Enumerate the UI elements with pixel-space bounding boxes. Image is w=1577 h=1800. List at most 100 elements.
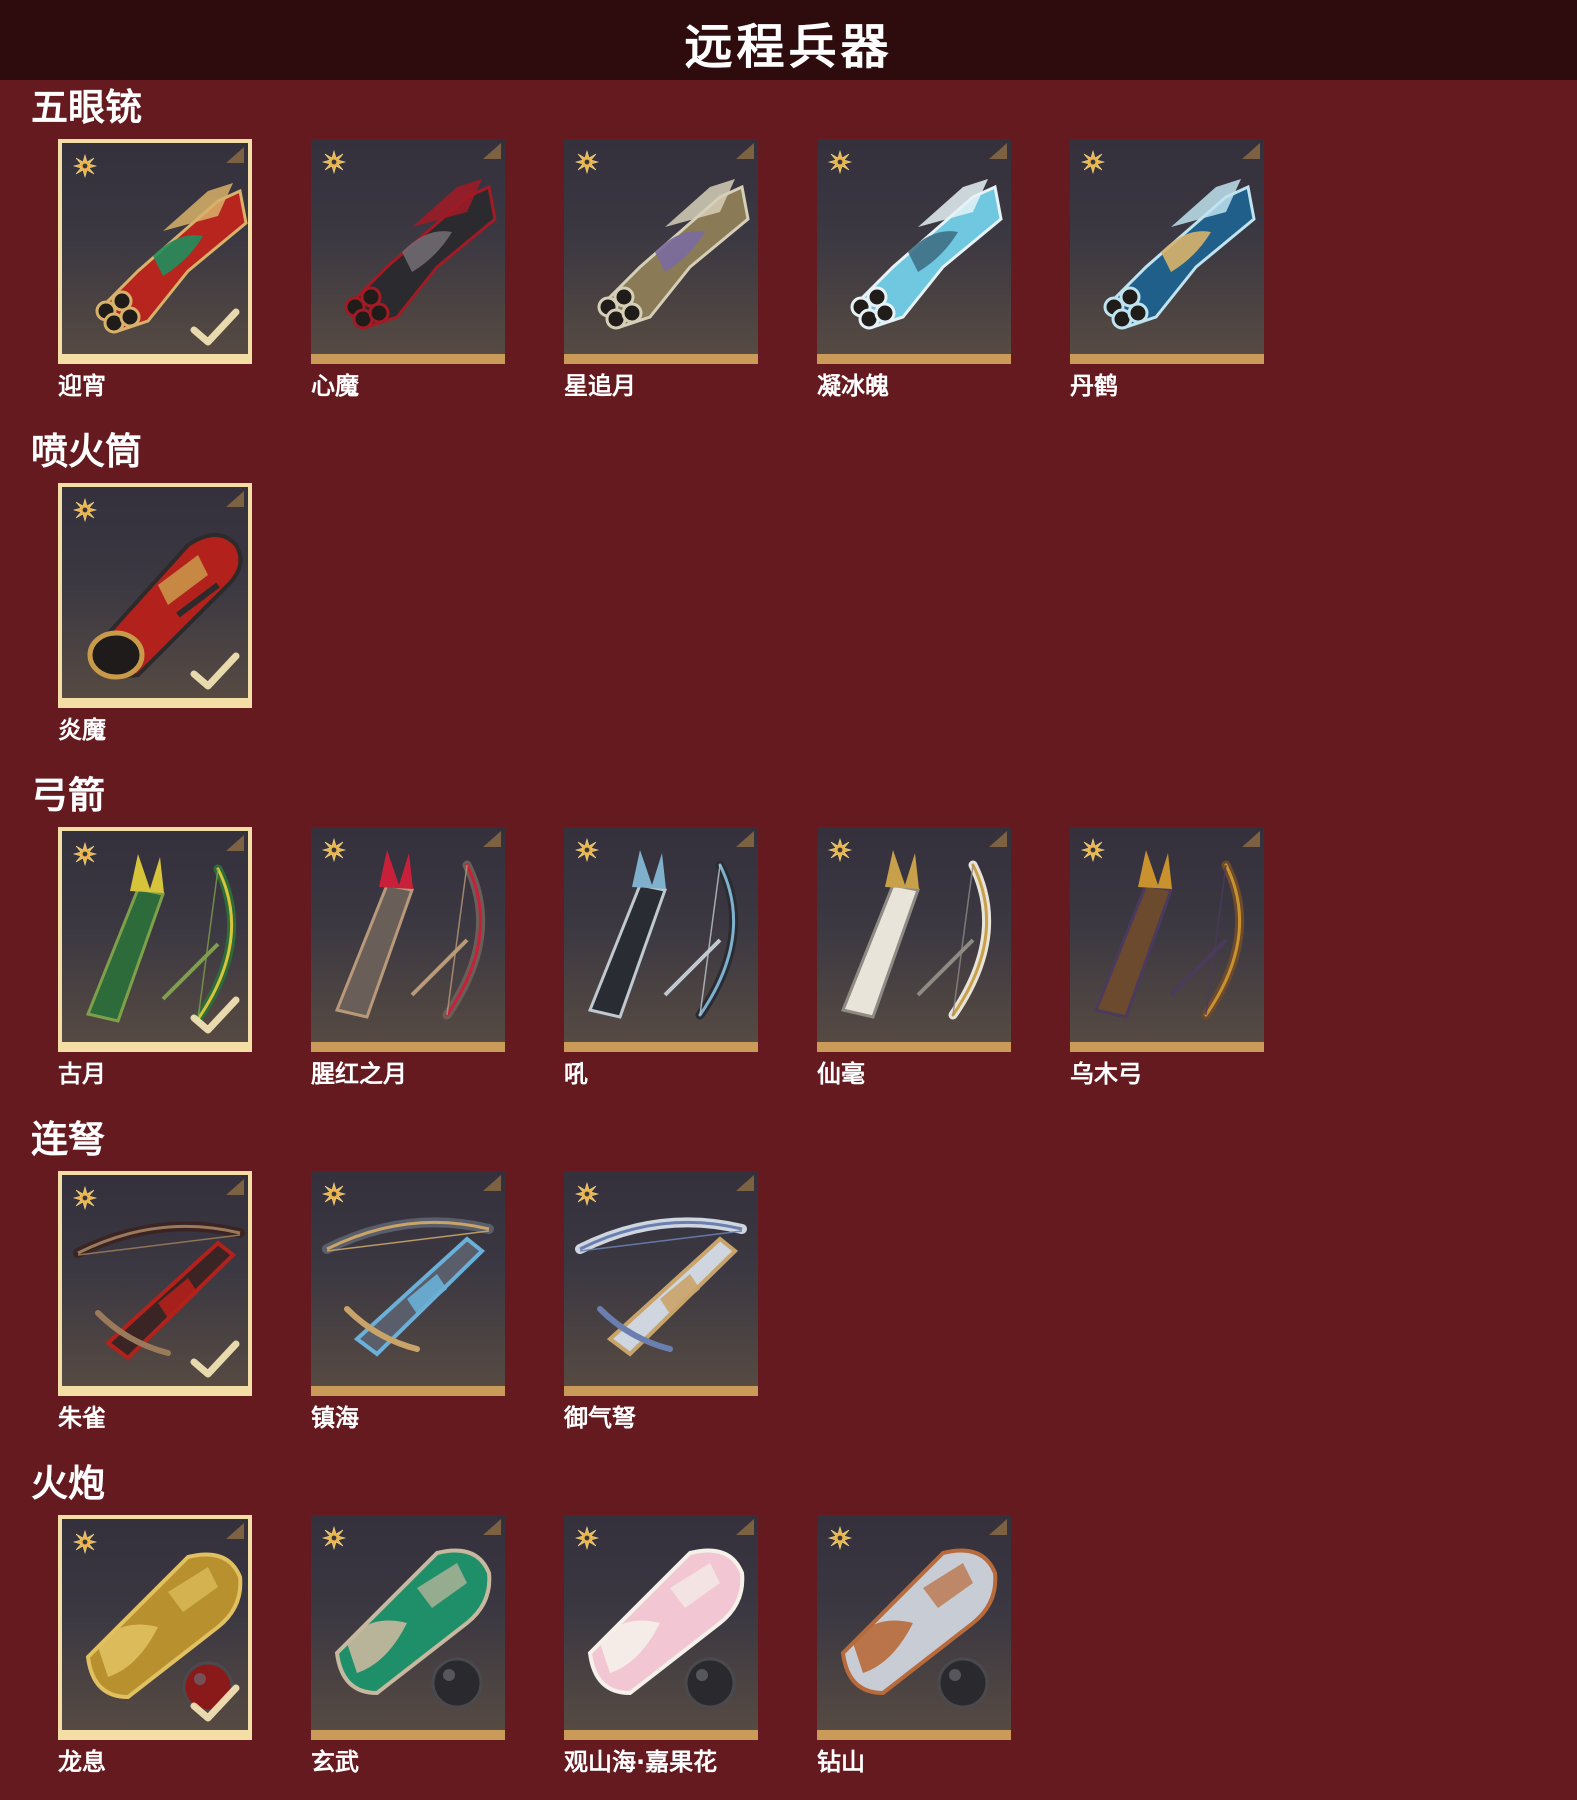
weapon-card[interactable] [311,139,505,364]
item-row: 古月 腥红之月 吼 仙毫 乌木弓 [58,827,1323,1089]
quality-star-icon [72,841,98,867]
quality-star-icon [321,1181,347,1207]
quality-star-icon [574,837,600,863]
weapon-item[interactable]: 镇海 [311,1171,505,1433]
weapon-image [1076,157,1258,337]
section-five-eyed-gun: 五眼铳 迎宵 心魔 星追月 凝冰魄 丹鹤 [0,80,1577,424]
item-row: 龙息 玄武 观山海·嘉果花 钻山 [58,1515,1070,1777]
weapon-name: 玄武 [311,1748,359,1776]
weapon-item[interactable]: 星追月 [564,139,758,401]
weapon-card[interactable] [1070,827,1264,1052]
quality-star-icon [321,1525,347,1551]
weapon-item[interactable]: 丹鹤 [1070,139,1264,401]
weapon-name: 凝冰魄 [817,372,889,400]
weapon-item[interactable]: 仙毫 [817,827,1011,1089]
weapon-card[interactable] [58,827,252,1052]
weapon-card[interactable] [564,139,758,364]
page-title: 远程兵器 [684,19,893,75]
weapon-card[interactable] [58,1515,252,1740]
section-title: 五眼铳 [31,86,142,129]
weapon-item[interactable]: 钻山 [817,1515,1011,1777]
section-cannon: 火炮 龙息 玄武 观山海·嘉果花 钻山 [0,1456,1577,1800]
checkmark-icon [190,308,240,348]
quality-star-icon [321,149,347,175]
weapon-image [570,1533,752,1713]
weapon-image [317,1533,499,1713]
weapon-name: 丹鹤 [1070,372,1118,400]
weapon-name: 吼 [564,1060,588,1088]
corner-tag-icon [226,491,244,507]
quality-star-icon [827,149,853,175]
weapon-name: 炎魔 [58,716,106,744]
weapon-name: 仙毫 [817,1060,865,1088]
weapon-name: 乌木弓 [1070,1060,1142,1088]
weapon-name: 星追月 [564,372,636,400]
weapon-item[interactable]: 朱雀 [58,1171,252,1433]
weapon-image [570,1189,752,1369]
section-flamethrower: 喷火筒 炎魔 [0,424,1577,768]
weapon-item[interactable]: 吼 [564,827,758,1089]
corner-tag-icon [989,143,1007,159]
header-bar: 远程兵器 [0,0,1577,80]
quality-star-icon [827,837,853,863]
weapon-item[interactable]: 乌木弓 [1070,827,1264,1089]
checkmark-icon [190,1340,240,1380]
weapon-card[interactable] [817,1515,1011,1740]
weapon-card[interactable] [58,1171,252,1396]
checkmark-icon [190,652,240,692]
weapon-name: 钻山 [817,1748,865,1776]
weapon-image [317,845,499,1025]
weapon-item[interactable]: 心魔 [311,139,505,401]
checkmark-icon [190,996,240,1036]
quality-star-icon [1080,837,1106,863]
item-row: 朱雀 镇海 御气弩 [58,1171,817,1433]
weapon-image [823,845,1005,1025]
weapon-card[interactable] [564,1515,758,1740]
weapon-card[interactable] [564,1171,758,1396]
quality-star-icon [574,1525,600,1551]
weapon-name: 朱雀 [58,1404,106,1432]
section-bow: 弓箭 古月 腥红之月 吼 仙毫 乌木弓 [0,768,1577,1112]
weapon-card[interactable] [817,139,1011,364]
item-row: 迎宵 心魔 星追月 凝冰魄 丹鹤 [58,139,1323,401]
weapon-image [317,1189,499,1369]
weapon-card[interactable] [817,827,1011,1052]
quality-star-icon [72,1185,98,1211]
weapon-card[interactable] [564,827,758,1052]
item-row: 炎魔 [58,483,311,745]
weapon-item[interactable]: 观山海·嘉果花 [564,1515,758,1777]
weapon-card[interactable] [311,1171,505,1396]
corner-tag-icon [736,143,754,159]
weapon-item[interactable]: 迎宵 [58,139,252,401]
weapon-image [823,157,1005,337]
weapon-item[interactable]: 腥红之月 [311,827,505,1089]
weapon-image [570,157,752,337]
quality-star-icon [574,149,600,175]
quality-star-icon [72,1529,98,1555]
weapon-card[interactable] [58,483,252,708]
section-title: 连弩 [31,1118,105,1161]
weapon-name: 古月 [58,1060,106,1088]
quality-star-icon [827,1525,853,1551]
weapon-item[interactable]: 玄武 [311,1515,505,1777]
weapon-item[interactable]: 古月 [58,827,252,1089]
weapon-name: 观山海·嘉果花 [564,1748,718,1776]
corner-tag-icon [226,147,244,163]
weapon-sections: 五眼铳 迎宵 心魔 星追月 凝冰魄 丹鹤 喷火筒 炎魔 弓箭 古月 腥红之月 吼… [0,80,1577,1800]
weapon-image [1076,845,1258,1025]
weapon-item[interactable]: 御气弩 [564,1171,758,1433]
weapon-card[interactable] [58,139,252,364]
weapon-card[interactable] [311,1515,505,1740]
weapon-item[interactable]: 炎魔 [58,483,252,745]
checkmark-icon [190,1684,240,1724]
quality-star-icon [321,837,347,863]
weapon-item[interactable]: 凝冰魄 [817,139,1011,401]
weapon-name: 镇海 [311,1404,359,1432]
weapon-name: 腥红之月 [311,1060,407,1088]
weapon-card[interactable] [311,827,505,1052]
corner-tag-icon [483,143,501,159]
weapon-name: 龙息 [58,1748,106,1776]
weapon-item[interactable]: 龙息 [58,1515,252,1777]
weapon-card[interactable] [1070,139,1264,364]
weapon-name: 心魔 [311,372,359,400]
